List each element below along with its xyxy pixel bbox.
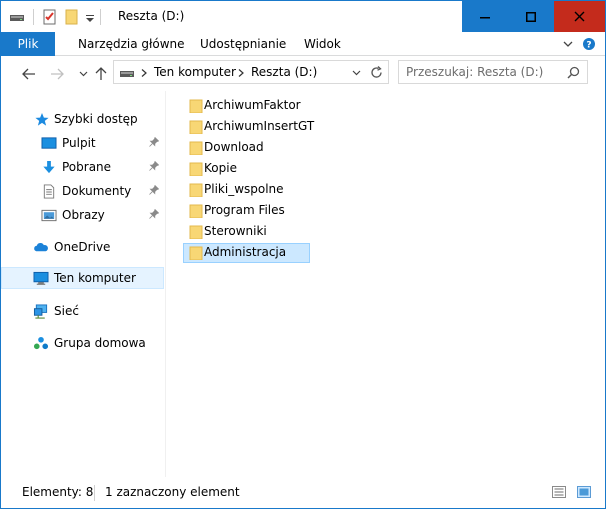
tab-view[interactable]: Widok: [304, 32, 341, 56]
folder-icon: [189, 246, 203, 260]
tab-home[interactable]: Narzędzia główne: [78, 32, 185, 56]
window-title: Reszta (D:): [118, 9, 185, 23]
search-input[interactable]: Przeszukaj: Reszta (D:): [398, 60, 588, 84]
list-item[interactable]: Pliki_wspolne: [183, 180, 310, 200]
minimize-button[interactable]: [462, 1, 508, 32]
pin-icon[interactable]: [149, 185, 159, 195]
search-placeholder: Przeszukaj: Reszta (D:): [406, 65, 544, 79]
star-icon: [35, 112, 49, 126]
list-item[interactable]: Download: [183, 138, 310, 158]
customize-toolbar-chevron-icon[interactable]: [85, 12, 95, 22]
explorer-window: Reszta (D:) Plik Narzędzia główne Udostę…: [0, 0, 606, 509]
nav-homegroup[interactable]: Grupa domowa: [1, 332, 164, 354]
status-separator: [94, 485, 95, 501]
computer-icon: [33, 271, 49, 285]
list-item-selected[interactable]: Administracja: [183, 243, 310, 263]
file-list[interactable]: ArchiwumFaktor ArchiwumInsertGT Download…: [167, 91, 605, 477]
folder-icon: [189, 204, 203, 218]
drive-icon: [120, 71, 134, 77]
arrow-up-icon: [95, 67, 107, 80]
recent-locations-button[interactable]: [75, 66, 91, 82]
help-icon[interactable]: ?: [582, 37, 596, 51]
search-icon[interactable]: [567, 66, 580, 79]
pin-icon[interactable]: [149, 161, 159, 171]
navigation-pane: Szybki dostęp Pulpit Pobrane Dokumenty O…: [1, 91, 166, 477]
ribbon-tabs: Plik Narzędzia główne Udostępnianie Wido…: [1, 32, 605, 56]
svg-text:?: ?: [586, 41, 591, 51]
list-item[interactable]: Sterowniki: [183, 222, 310, 242]
maximize-button[interactable]: [508, 1, 554, 32]
nav-documents[interactable]: Dokumenty: [1, 180, 164, 202]
nav-downloads[interactable]: Pobrane: [1, 156, 164, 178]
back-button[interactable]: [21, 66, 37, 82]
list-item[interactable]: ArchiwumFaktor: [183, 96, 310, 116]
network-icon: [33, 304, 48, 319]
new-folder-icon[interactable]: [64, 9, 80, 25]
cloud-icon: [34, 242, 48, 252]
nav-this-pc[interactable]: Ten komputer: [1, 267, 164, 289]
close-icon: [574, 11, 585, 22]
nav-onedrive[interactable]: OneDrive: [1, 236, 164, 258]
title-bar[interactable]: Reszta (D:): [1, 1, 605, 32]
up-button[interactable]: [93, 66, 109, 82]
folder-icon: [189, 120, 203, 134]
toolbar-separator-2: [100, 9, 101, 25]
address-history-chevron-icon[interactable]: [352, 70, 361, 76]
folder-icon: [189, 141, 203, 155]
desktop-icon: [41, 137, 57, 149]
address-bar[interactable]: Ten komputer Reszta (D:): [113, 60, 389, 84]
selection-count: 1 zaznaczony element: [105, 485, 240, 499]
list-item[interactable]: Kopie: [183, 159, 310, 179]
folder-icon: [189, 183, 203, 197]
folder-icon: [189, 99, 203, 113]
refresh-icon[interactable]: [370, 66, 383, 79]
pin-icon[interactable]: [149, 209, 159, 219]
status-bar: Elementy: 8 1 zaznaczony element: [1, 477, 605, 508]
arrow-left-icon: [22, 68, 35, 80]
nav-pictures[interactable]: Obrazy: [1, 204, 164, 226]
download-icon: [43, 160, 55, 174]
nav-network[interactable]: Sieć: [1, 300, 164, 322]
toolbar-separator: [33, 9, 34, 25]
folder-icon: [189, 225, 203, 239]
nav-quick-access[interactable]: Szybki dostęp: [1, 108, 164, 130]
breadcrumb-this-pc[interactable]: Ten komputer: [154, 65, 236, 79]
drive-icon: [9, 10, 25, 24]
minimize-icon: [480, 16, 490, 18]
forward-button[interactable]: [49, 66, 65, 82]
folder-icon: [189, 162, 203, 176]
nav-desktop[interactable]: Pulpit: [1, 132, 164, 154]
pictures-icon: [41, 209, 57, 222]
large-icons-view-icon[interactable]: [577, 486, 591, 498]
properties-icon[interactable]: [42, 9, 58, 25]
pin-icon[interactable]: [149, 137, 159, 147]
tab-share[interactable]: Udostępnianie: [200, 32, 286, 56]
item-count: Elementy: 8: [22, 485, 94, 499]
breadcrumb-separator-icon[interactable]: [238, 69, 244, 77]
details-view-icon[interactable]: [552, 486, 566, 498]
homegroup-icon: [33, 336, 49, 350]
document-icon: [43, 184, 55, 199]
chevron-down-icon: [79, 71, 87, 77]
maximize-icon: [526, 11, 536, 22]
list-item[interactable]: ArchiwumInsertGT: [183, 117, 314, 137]
close-button[interactable]: [554, 1, 605, 32]
breadcrumb-drive[interactable]: Reszta (D:): [251, 65, 317, 79]
breadcrumb-separator-icon: [141, 69, 147, 77]
arrow-right-icon: [51, 68, 64, 80]
list-item[interactable]: Program Files: [183, 201, 310, 221]
expand-ribbon-chevron-icon[interactable]: [561, 37, 575, 51]
tab-file[interactable]: Plik: [1, 32, 55, 56]
quick-access-toolbar: [9, 8, 101, 26]
